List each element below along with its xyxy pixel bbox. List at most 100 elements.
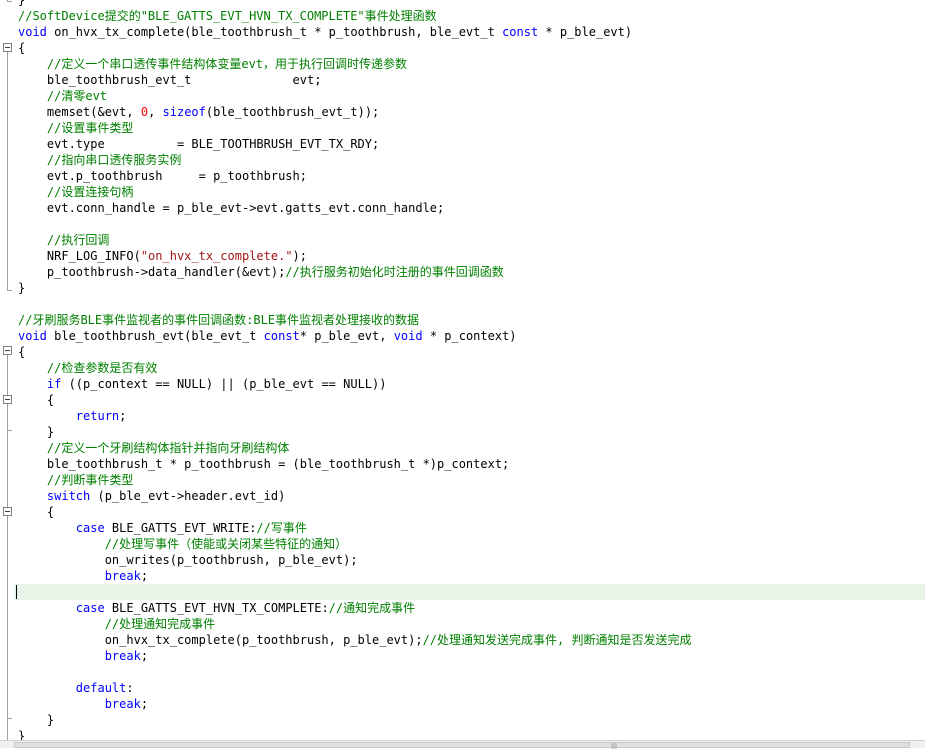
code-token: } [18, 713, 55, 727]
code-token: //设置连接句柄 [46, 185, 134, 199]
code-editor[interactable]: } //SoftDevice提交的"BLE_GATTS_EVT_HVN_TX_CO… [0, 0, 925, 740]
code-line: switch (p_ble_evt->header.evt_id) [18, 488, 285, 504]
code-token: ((p_context == NULL) || (p_ble_evt == NU… [61, 377, 387, 391]
code-token: //定义一个串口透传事件结构体变量evt，用于执行回调时传递参数 [46, 57, 408, 71]
fold-end-marker [7, 290, 12, 291]
code-line: break; [18, 648, 148, 664]
code-token: ; [140, 649, 149, 663]
code-line: //判断事件类型 [18, 472, 133, 488]
fold-end-marker [7, 430, 12, 431]
code-token: //处理通知完成事件 [104, 617, 216, 631]
code-line: break; [18, 696, 148, 712]
code-token: BLE_GATTS_EVT_HVN_TX_COMPLETE: [104, 601, 329, 615]
code-line: } [18, 0, 25, 8]
code-line: memset(&evt, 0, sizeof(ble_toothbrush_ev… [18, 104, 379, 120]
code-token: ; [140, 697, 149, 711]
code-token: on_hvx_tx_complete(p_toothbrush, p_ble_e… [18, 633, 423, 647]
code-token: 0 [140, 105, 149, 119]
code-token: const [263, 329, 300, 343]
code-token: //SoftDevice提交的"BLE_GATTS_EVT_HVN_TX_COM… [18, 9, 437, 23]
code-line: } [18, 728, 25, 740]
fold-guide-line [7, 404, 8, 430]
code-line: } [18, 712, 54, 728]
code-token: * p_context) [422, 329, 517, 343]
fold-collapse-icon[interactable] [3, 43, 12, 52]
code-token: ); [292, 249, 307, 263]
fold-collapse-icon[interactable] [3, 507, 12, 516]
code-token: //定义一个牙刷结构体指针并指向牙刷结构体 [46, 441, 290, 455]
code-token: //处理通知发送完成事件, 判断通知是否发送完成 [422, 633, 692, 647]
code-token: on_hvx_tx_complete(ble_toothbrush_t * p_… [46, 25, 503, 39]
code-token: return [75, 409, 120, 423]
code-line: //执行回调 [18, 232, 109, 248]
code-line: case BLE_GATTS_EVT_HVN_TX_COMPLETE://通知完… [18, 600, 415, 616]
fold-collapse-icon[interactable] [3, 346, 12, 355]
code-token: * p_ble_evt) [538, 25, 633, 39]
code-token: { [18, 345, 26, 359]
code-token: (ble_toothbrush_evt_t)); [205, 105, 380, 119]
code-token: //检查参数是否有效 [46, 361, 158, 375]
code-line: return; [18, 408, 127, 424]
code-line: if ((p_context == NULL) || (p_ble_evt ==… [18, 376, 387, 392]
fold-end-marker [7, 718, 12, 719]
code-token: break [104, 697, 141, 711]
code-line: //处理通知完成事件 [18, 616, 215, 632]
code-line: { [18, 344, 25, 360]
fold-guide-line [7, 52, 8, 290]
code-token: ; [119, 409, 127, 423]
code-line: default: [18, 680, 134, 696]
code-line: } [18, 280, 25, 296]
horizontal-scrollbar[interactable]: ||| [0, 740, 925, 750]
code-line: void ble_toothbrush_evt(ble_evt_t const*… [18, 328, 517, 344]
code-token: memset(&evt, [18, 105, 141, 119]
code-line: void on_hvx_tx_complete(ble_toothbrush_t… [18, 24, 632, 40]
code-token: BLE_GATTS_EVT_WRITE: [104, 521, 257, 535]
code-token: sizeof [162, 105, 206, 119]
code-token: break [104, 649, 141, 663]
code-token: case [75, 521, 105, 535]
code-line: //清零evt [18, 88, 107, 104]
code-line: on_writes(p_toothbrush, p_ble_evt); [18, 552, 358, 568]
code-token: (p_ble_evt->header.evt_id) [90, 489, 286, 503]
code-token: } [18, 425, 55, 439]
code-token: switch [46, 489, 91, 503]
code-token: on_writes(p_toothbrush, p_ble_evt); [18, 553, 358, 567]
scrollbar-thumb[interactable]: ||| [14, 742, 910, 750]
code-line: ble_toothbrush_t * p_toothbrush = (ble_t… [18, 456, 509, 472]
code-token: evt.p_toothbrush = p_toothbrush; [18, 169, 307, 183]
code-token: //设置事件类型 [46, 121, 134, 135]
code-token: void [393, 329, 423, 343]
code-token: default [75, 681, 127, 695]
code-token: * p_ble_evt, [299, 329, 394, 343]
code-token: ble_toothbrush_evt_t evt; [18, 73, 322, 87]
code-token: ble_toothbrush_t * p_toothbrush = (ble_t… [18, 457, 510, 471]
code-line: //处理写事件（使能或关闭某些特征的通知） [18, 536, 347, 552]
code-line: { [18, 392, 54, 408]
code-token: //处理写事件（使能或关闭某些特征的通知） [104, 537, 348, 551]
code-line: //设置连接句柄 [18, 184, 133, 200]
code-line: //定义一个串口透传事件结构体变量evt，用于执行回调时传递参数 [18, 56, 407, 72]
code-token: if [46, 377, 62, 391]
fold-collapse-icon[interactable] [3, 395, 12, 404]
fold-end-marker [7, 1, 12, 2]
code-token: : [126, 681, 134, 695]
text-caret [16, 585, 17, 599]
code-line: } [18, 424, 54, 440]
